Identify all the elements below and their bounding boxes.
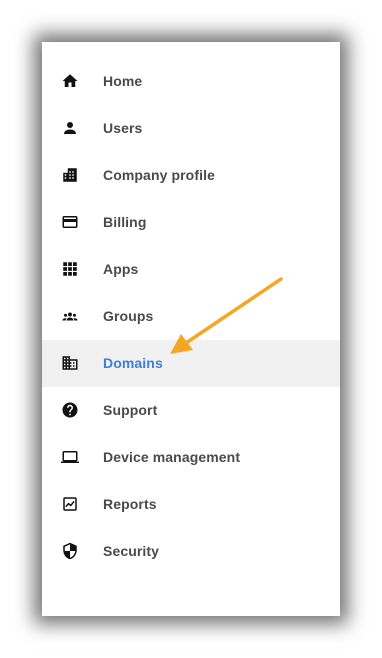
sidebar-item-label: Home xyxy=(103,73,143,89)
sidebar-item-groups[interactable]: Groups xyxy=(42,293,340,340)
chart-icon xyxy=(61,495,79,513)
groups-icon xyxy=(61,307,79,325)
sidebar-item-company-profile[interactable]: Company profile xyxy=(42,152,340,199)
sidebar-item-label: Groups xyxy=(103,308,154,324)
sidebar-item-label: Billing xyxy=(103,214,147,230)
user-icon xyxy=(61,119,79,137)
sidebar-item-apps[interactable]: Apps xyxy=(42,246,340,293)
sidebar-menu: Home Users Company profile Billing Apps xyxy=(42,58,340,575)
help-circle-icon xyxy=(61,401,79,419)
apps-grid-icon xyxy=(61,260,79,278)
sidebar-item-billing[interactable]: Billing xyxy=(42,199,340,246)
domain-icon xyxy=(61,354,79,372)
building-icon xyxy=(61,166,79,184)
sidebar-item-domains[interactable]: Domains xyxy=(42,340,340,387)
sidebar-item-label: Security xyxy=(103,543,160,559)
admin-sidebar-panel: Home Users Company profile Billing Apps xyxy=(42,42,340,616)
sidebar-item-security[interactable]: Security xyxy=(42,528,340,575)
sidebar-item-label: Domains xyxy=(103,355,163,371)
sidebar-item-home[interactable]: Home xyxy=(42,58,340,105)
home-icon xyxy=(61,72,79,90)
shield-icon xyxy=(61,542,79,560)
sidebar-item-support[interactable]: Support xyxy=(42,387,340,434)
sidebar-item-users[interactable]: Users xyxy=(42,105,340,152)
sidebar-item-label: Users xyxy=(103,120,143,136)
sidebar-item-label: Device management xyxy=(103,449,241,465)
sidebar-item-reports[interactable]: Reports xyxy=(42,481,340,528)
credit-card-icon xyxy=(61,213,79,231)
sidebar-item-label: Reports xyxy=(103,496,157,512)
laptop-icon xyxy=(61,448,79,466)
sidebar-item-label: Apps xyxy=(103,261,139,277)
sidebar-item-label: Support xyxy=(103,402,158,418)
sidebar-item-label: Company profile xyxy=(103,167,215,183)
sidebar-item-device-management[interactable]: Device management xyxy=(42,434,340,481)
